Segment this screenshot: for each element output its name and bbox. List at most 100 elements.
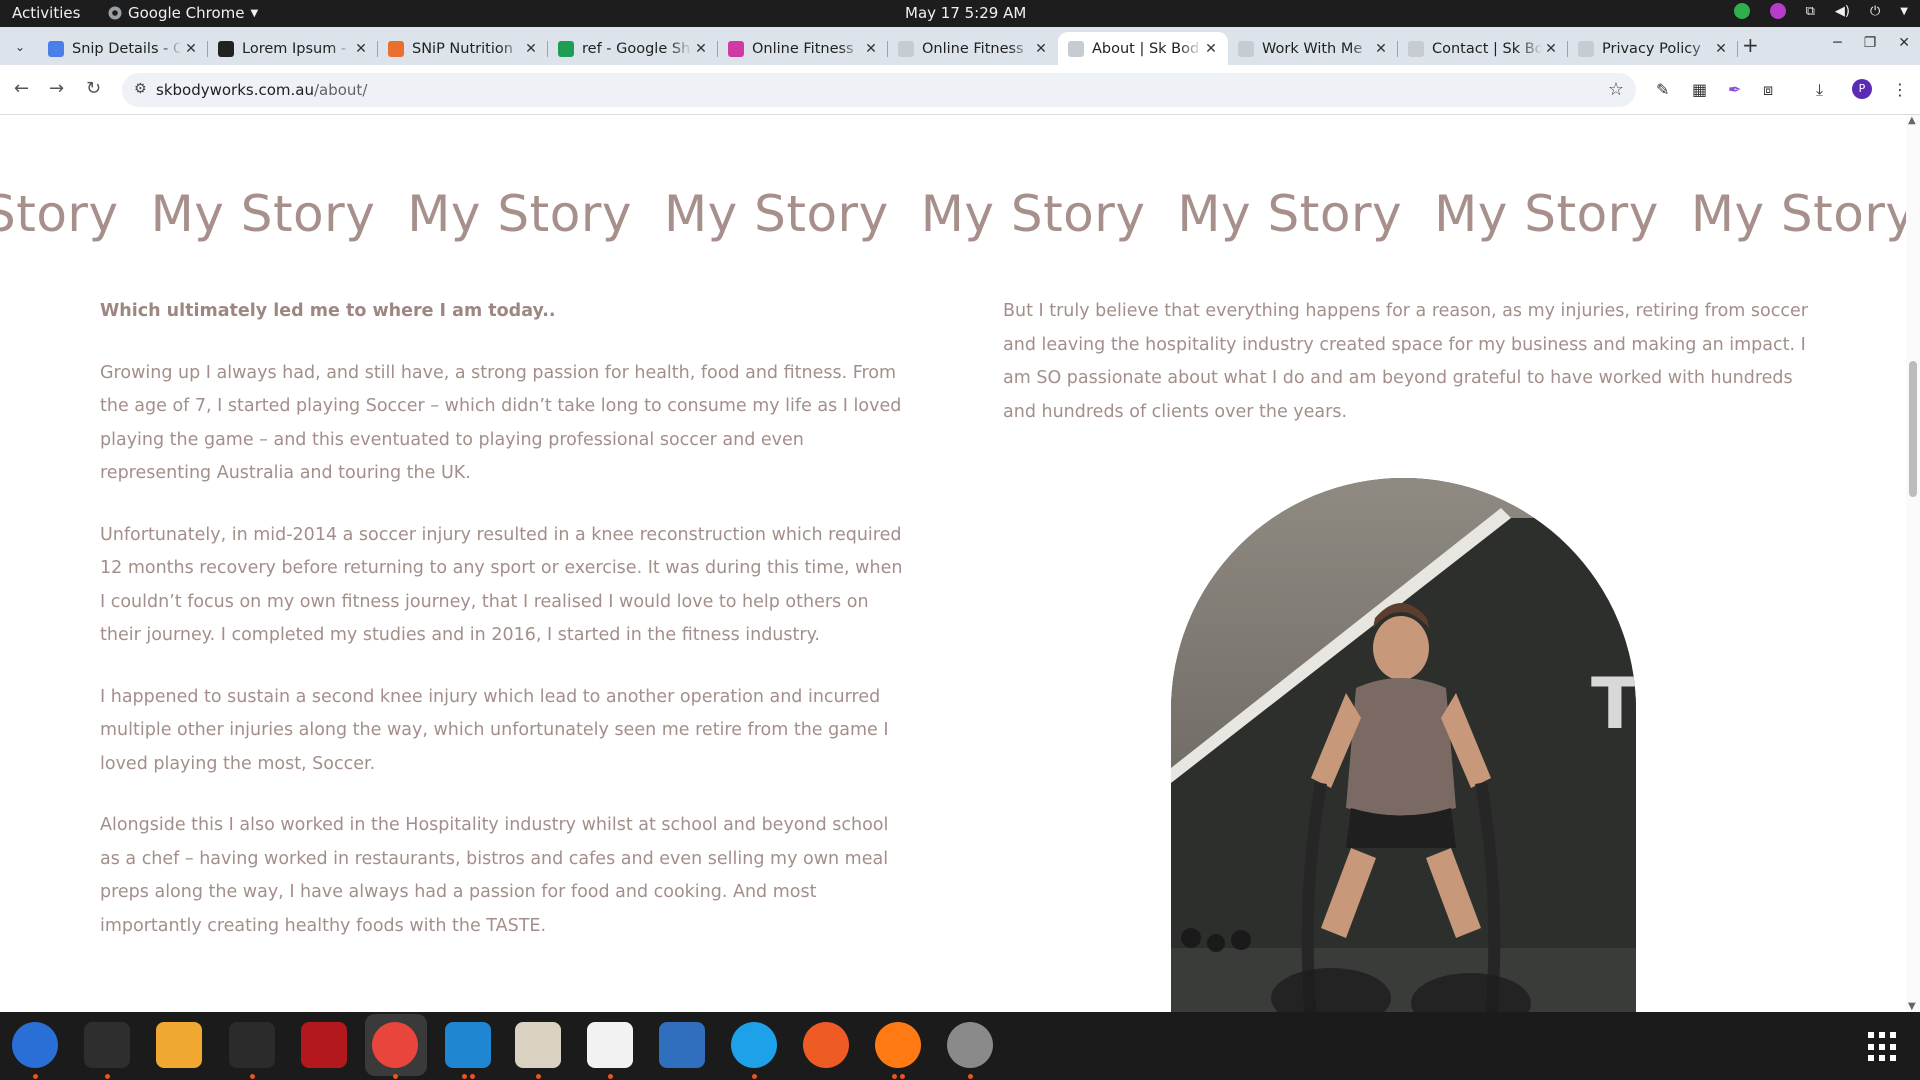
chrome-icon[interactable]	[372, 1022, 418, 1068]
tab-close-icon[interactable]: ✕	[1712, 41, 1730, 57]
chevron-down-icon[interactable]: ▼	[1900, 6, 1908, 17]
scrollbar-thumb[interactable]	[1909, 361, 1917, 497]
tab-close-icon[interactable]: ✕	[1202, 41, 1220, 57]
skype-icon[interactable]	[731, 1022, 777, 1068]
browser-tab[interactable]: ref - Google Sh ✕	[548, 32, 718, 65]
tab-close-icon[interactable]: ✕	[522, 41, 540, 57]
postman-icon[interactable]	[803, 1022, 849, 1068]
scroll-down-arrow-icon[interactable]: ▼	[1908, 1001, 1916, 1012]
story-right-column: But I truly believe that everything happ…	[1003, 295, 1823, 457]
clock[interactable]: May 17 5:29 AM	[905, 4, 1026, 22]
site-info-icon[interactable]: ⚙	[134, 81, 147, 97]
page-scrollbar[interactable]: ▲ ▼	[1906, 115, 1920, 1012]
tab-close-icon[interactable]: ✕	[182, 41, 200, 57]
back-arrow-icon[interactable]: ←	[14, 78, 29, 99]
bookmark-star-icon[interactable]: ☆	[1608, 79, 1624, 100]
site-icon	[1408, 40, 1424, 57]
calendar-extension-icon[interactable]: ▦	[1692, 80, 1707, 99]
power-icon[interactable]: ⏻	[1870, 4, 1880, 19]
browser-toolbar: ← → ↻ ⚙ skbodyworks.com.au/about/ ☆ ✎ ▦ …	[0, 65, 1920, 115]
tab-close-icon[interactable]: ✕	[1032, 41, 1050, 57]
tab-close-icon[interactable]: ✕	[352, 41, 370, 57]
site-icon	[1068, 40, 1084, 57]
browser-tab[interactable]: About | Sk Bod ✕	[1058, 32, 1228, 65]
gym-woman-illustration: T	[1171, 478, 1636, 1012]
running-indicator	[105, 1074, 110, 1079]
download-icon[interactable]: ⤓	[1816, 80, 1823, 100]
new-tab-plus-icon[interactable]: +	[1742, 33, 1759, 57]
kebab-menu-icon[interactable]: ⋮	[1892, 80, 1908, 99]
running-indicator	[536, 1074, 541, 1079]
minimize-icon[interactable]: ─	[1833, 35, 1841, 51]
text-editor-icon[interactable]	[587, 1022, 633, 1068]
close-window-icon[interactable]: ✕	[1898, 35, 1910, 51]
files-icon[interactable]	[515, 1022, 561, 1068]
url-text[interactable]: skbodyworks.com.au/about/	[156, 81, 367, 99]
browser-tab[interactable]: Contact | Sk Bo ✕	[1398, 32, 1568, 65]
browser-tab[interactable]: Lorem Ipsum - ✕	[208, 32, 378, 65]
disk-utility-icon[interactable]	[947, 1022, 993, 1068]
story-paragraph: Growing up I always had, and still have,…	[100, 362, 902, 484]
tab-close-icon[interactable]: ✕	[692, 41, 710, 57]
system-top-bar: Activities Google Chrome ▼ May 17 5:29 A…	[0, 0, 1920, 27]
browser-tab[interactable]: Work With Me ✕	[1228, 32, 1398, 65]
forward-arrow-icon[interactable]: →	[49, 78, 64, 99]
running-indicator	[250, 1074, 255, 1079]
story-lead-heading: Which ultimately led me to where I am to…	[100, 301, 556, 321]
svg-text:T: T	[1591, 663, 1636, 745]
tab-separator	[1737, 41, 1738, 57]
activities-button[interactable]: Activities	[12, 4, 80, 22]
tab-close-icon[interactable]: ✕	[1542, 41, 1560, 57]
show-apps-grid-icon[interactable]	[1868, 1032, 1898, 1062]
tab-title: Contact | Sk Bo	[1432, 40, 1542, 57]
lipsum-icon	[218, 40, 234, 57]
vscode-icon[interactable]	[445, 1022, 491, 1068]
document-viewer-icon[interactable]	[659, 1022, 705, 1068]
running-indicator	[462, 1074, 467, 1079]
story-paragraph: I happened to sustain a second knee inju…	[100, 686, 889, 774]
browser-tab[interactable]: Snip Details - C ✕	[38, 32, 208, 65]
running-indicator	[892, 1074, 897, 1079]
my-story-marquee: Story My Story My Story My Story My Story My …	[0, 185, 1906, 243]
network-icon[interactable]: ⧉	[1806, 4, 1815, 19]
app-menu[interactable]: Google Chrome ▼	[108, 4, 258, 22]
browser-tab[interactable]: Online Fitness ✕	[888, 32, 1058, 65]
story-paragraph: Alongside this I also worked in the Hosp…	[100, 815, 889, 936]
terminal-icon[interactable]	[84, 1022, 130, 1068]
tab-title: Snip Details - C	[72, 40, 182, 57]
thunderbird-icon[interactable]	[12, 1022, 58, 1068]
browser-tab[interactable]: Online Fitness ✕	[718, 32, 888, 65]
firefox-like-icon[interactable]	[875, 1022, 921, 1068]
filezilla-icon[interactable]	[301, 1022, 347, 1068]
scroll-up-arrow-icon[interactable]: ▲	[1908, 115, 1916, 126]
marquee-item: My Story	[407, 185, 632, 243]
browser-tab[interactable]: SNiP Nutrition ✕	[378, 32, 548, 65]
tab-close-icon[interactable]: ✕	[862, 41, 880, 57]
tab-close-icon[interactable]: ✕	[1372, 41, 1390, 57]
calculator-icon[interactable]	[156, 1022, 202, 1068]
profile-avatar-icon[interactable]: P	[1852, 79, 1872, 99]
address-bar[interactable]: ⚙ skbodyworks.com.au/about/ ☆	[122, 73, 1636, 107]
fitness-icon	[728, 40, 744, 57]
pen-extension-icon[interactable]: ✒	[1728, 80, 1741, 99]
taskbar-dock	[0, 1012, 1920, 1080]
running-indicator	[752, 1074, 757, 1079]
extensions-puzzle-icon[interactable]: ⧈	[1763, 80, 1773, 100]
tab-list: Snip Details - C ✕ Lorem Ipsum - ✕ SNiP Nutr…	[38, 32, 1738, 65]
eyedropper-extension-icon[interactable]: ✎	[1656, 80, 1669, 99]
shield-check-icon[interactable]	[1733, 3, 1750, 19]
web-page: Story My Story My Story My Story My Story My …	[0, 115, 1906, 1012]
tab-search-chevron-icon[interactable]: ⌄	[8, 35, 32, 59]
volume-icon[interactable]: ◀)	[1835, 4, 1850, 19]
marquee-item: My Story	[920, 185, 1146, 243]
running-indicator	[968, 1074, 973, 1079]
tab-title: Privacy Policy	[1602, 40, 1701, 57]
system-monitor-icon[interactable]	[229, 1022, 275, 1068]
sheets-icon	[558, 40, 574, 57]
tab-title: ref - Google Sh	[582, 40, 691, 57]
browser-tab[interactable]: Privacy Policy ✕	[1568, 32, 1738, 65]
system-tray[interactable]: ⧉ ◀) ⏻ ▼	[1733, 3, 1908, 19]
reload-icon[interactable]: ↻	[86, 78, 101, 99]
color-picker-icon[interactable]	[1769, 3, 1786, 19]
restore-icon[interactable]: ❐	[1864, 35, 1877, 51]
